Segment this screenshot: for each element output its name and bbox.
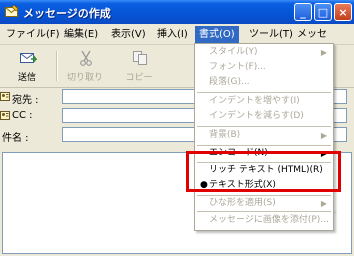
menu-item-decrease-indent[interactable]: インデントを減らす(D) (195, 109, 333, 124)
menu-file[interactable]: ファイル(F) (2, 27, 64, 42)
menu-format[interactable]: 書式(O) (195, 26, 239, 43)
title-bar[interactable]: メッセージの作成 _ □ × (0, 0, 354, 24)
copy-button[interactable]: コピー (114, 47, 164, 85)
maximize-button[interactable]: □ (314, 3, 332, 21)
menu-item-background[interactable]: 背景(B) ▶ (195, 128, 333, 143)
menu-separator (197, 92, 331, 93)
format-menu-dropdown-tail: メッセージに画像を添付(P)... (194, 210, 334, 231)
menu-message[interactable]: メッセ (293, 27, 331, 42)
send-mail-icon (19, 50, 38, 66)
menu-item-paragraph[interactable]: 段落(G)... (195, 75, 333, 90)
cc-label[interactable]: CC : (12, 110, 33, 121)
to-label[interactable]: 宛先 : (12, 91, 39, 106)
cut-label: 切り取り (66, 73, 103, 83)
submenu-arrow-icon: ▶ (320, 48, 327, 57)
close-button[interactable]: × (334, 3, 352, 21)
menu-item-label: 背景(B) (209, 130, 241, 140)
copy-label: コピー (125, 73, 153, 83)
menu-item-increase-indent[interactable]: インデントを増やす(I) (195, 94, 333, 109)
cut-button[interactable]: 切り取り (60, 47, 110, 85)
menu-item-style[interactable]: スタイル(Y) ▶ (195, 45, 333, 60)
menu-edit[interactable]: 編集(E) (60, 27, 102, 42)
menu-bar: ファイル(F) 編集(E) 表示(V) 挿入(I) 書式(O) ツール(T) メ… (0, 24, 354, 45)
menu-item-font[interactable]: フォント(F)... (195, 60, 333, 75)
menu-item-label: ひな形を適用(S) (209, 198, 276, 208)
address-book-icon[interactable] (0, 111, 10, 120)
menu-tools[interactable]: ツール(T) (245, 27, 297, 42)
menu-insert[interactable]: 挿入(I) (153, 27, 192, 42)
menu-view[interactable]: 表示(V) (107, 27, 150, 42)
address-book-icon[interactable] (0, 92, 10, 101)
send-button[interactable]: 送信 (2, 47, 52, 85)
submenu-arrow-icon: ▶ (320, 199, 327, 208)
scissors-icon (77, 50, 95, 66)
toolbar-separator (56, 51, 58, 81)
menu-separator (197, 126, 331, 127)
menu-separator (197, 211, 331, 212)
toolbar-overflow (335, 45, 354, 87)
menu-item-label: スタイル(Y) (209, 47, 258, 57)
subject-label: 件名 : (2, 133, 29, 144)
compose-mail-icon (5, 4, 19, 18)
minimize-button[interactable]: _ (294, 3, 312, 21)
menu-item-apply-stationery[interactable]: ひな形を適用(S) ▶ (195, 196, 333, 211)
compose-window: メッセージの作成 _ □ × ファイル(F) 編集(E) 表示(V) 挿入(I)… (0, 0, 354, 256)
menu-item-attach-image[interactable]: メッセージに画像を添付(P)... (195, 213, 333, 228)
submenu-arrow-icon: ▶ (320, 131, 327, 140)
copy-icon (131, 50, 149, 66)
window-title: メッセージの作成 (23, 7, 111, 20)
send-label: 送信 (17, 73, 36, 83)
highlight-box (186, 151, 341, 192)
